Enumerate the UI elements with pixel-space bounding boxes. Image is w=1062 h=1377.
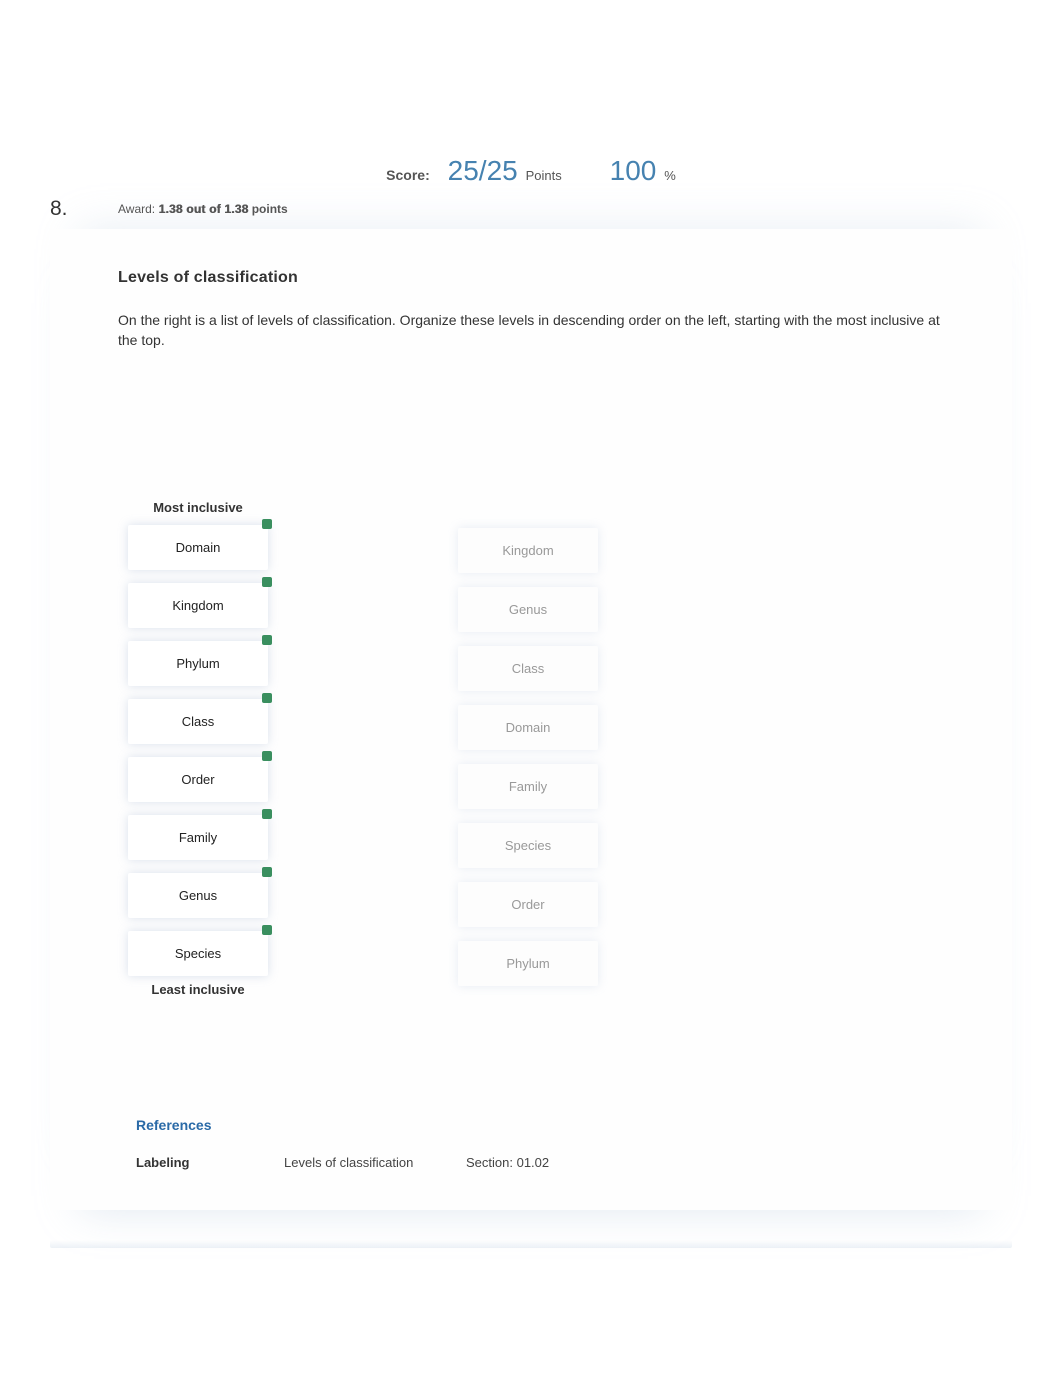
choice-tile[interactable]: Phylum bbox=[458, 941, 598, 986]
answer-tile[interactable]: Class bbox=[128, 699, 268, 744]
correct-icon bbox=[262, 925, 272, 935]
answer-tile[interactable]: Kingdom bbox=[128, 583, 268, 628]
most-inclusive-label: Most inclusive bbox=[128, 500, 268, 515]
references: References Labeling Levels of classifica… bbox=[136, 1117, 944, 1170]
boards: Most inclusive Domain Kingdom Phylum bbox=[128, 500, 944, 997]
choice-text: Kingdom bbox=[502, 543, 553, 558]
choice-tile[interactable]: Species bbox=[458, 823, 598, 868]
answer-text: Phylum bbox=[176, 656, 219, 671]
question-title: Levels of classification bbox=[118, 269, 944, 287]
answer-tile[interactable]: Family bbox=[128, 815, 268, 860]
correct-icon bbox=[262, 519, 272, 529]
choice-text: Domain bbox=[506, 720, 551, 735]
answer-tile[interactable]: Phylum bbox=[128, 641, 268, 686]
score-bar: Score: 25/25 Points 100 % bbox=[50, 0, 1012, 197]
answer-tile[interactable]: Order bbox=[128, 757, 268, 802]
correct-icon bbox=[262, 751, 272, 761]
correct-icon bbox=[262, 577, 272, 587]
choice-list: Kingdom Genus Class Domain Family Specie… bbox=[458, 528, 598, 986]
answer-text: Genus bbox=[179, 888, 217, 903]
score-percent-unit: % bbox=[664, 168, 676, 183]
score-percent: 100 bbox=[610, 155, 657, 186]
references-row: Labeling Levels of classification Sectio… bbox=[136, 1155, 944, 1170]
score-label: Score: bbox=[386, 167, 430, 183]
answer-tile[interactable]: Domain bbox=[128, 525, 268, 570]
correct-icon bbox=[262, 809, 272, 819]
answer-text: Kingdom bbox=[172, 598, 223, 613]
choice-text: Species bbox=[505, 838, 551, 853]
choice-text: Phylum bbox=[506, 956, 549, 971]
answer-slot-list: Domain Kingdom Phylum Class bbox=[128, 525, 268, 976]
choice-text: Order bbox=[511, 897, 544, 912]
question-number: 8. bbox=[50, 197, 118, 221]
answer-tile[interactable]: Genus bbox=[128, 873, 268, 918]
choice-tile[interactable]: Domain bbox=[458, 705, 598, 750]
choice-tile[interactable]: Genus bbox=[458, 587, 598, 632]
question-header: 8. Award: 1.38 out of 1.38 points bbox=[50, 197, 1012, 229]
choice-tile[interactable]: Order bbox=[458, 882, 598, 927]
answer-text: Species bbox=[175, 946, 221, 961]
answer-column: Most inclusive Domain Kingdom Phylum bbox=[128, 500, 268, 997]
references-topic: Levels of classification bbox=[284, 1155, 466, 1170]
choice-text: Family bbox=[509, 779, 547, 794]
correct-icon bbox=[262, 693, 272, 703]
choice-tile[interactable]: Kingdom bbox=[458, 528, 598, 573]
award-suffix: points bbox=[248, 202, 287, 216]
least-inclusive-label: Least inclusive bbox=[128, 982, 268, 997]
correct-icon bbox=[262, 635, 272, 645]
question-card: Levels of classification On the right is… bbox=[50, 229, 1012, 1210]
references-title: References bbox=[136, 1117, 944, 1133]
score-points-unit: Points bbox=[526, 168, 562, 183]
answer-text: Domain bbox=[176, 540, 221, 555]
answer-text: Family bbox=[179, 830, 217, 845]
correct-icon bbox=[262, 867, 272, 877]
choice-column: Kingdom Genus Class Domain Family Specie… bbox=[458, 500, 598, 997]
award-value: 1.38 out of 1.38 bbox=[158, 202, 248, 216]
bottom-shadow bbox=[50, 1240, 1012, 1248]
award-line: Award: 1.38 out of 1.38 points bbox=[118, 202, 288, 216]
answer-text: Class bbox=[182, 714, 215, 729]
choice-tile[interactable]: Class bbox=[458, 646, 598, 691]
answer-text: Order bbox=[181, 772, 214, 787]
question-prompt: On the right is a list of levels of clas… bbox=[118, 311, 944, 350]
choice-tile[interactable]: Family bbox=[458, 764, 598, 809]
choice-text: Genus bbox=[509, 602, 547, 617]
references-section: Section: 01.02 bbox=[466, 1155, 549, 1170]
choice-text: Class bbox=[512, 661, 545, 676]
answer-tile[interactable]: Species bbox=[128, 931, 268, 976]
award-prefix: Award: bbox=[118, 202, 155, 216]
score-points: 25/25 bbox=[448, 155, 518, 186]
references-type-label: Labeling bbox=[136, 1155, 284, 1170]
